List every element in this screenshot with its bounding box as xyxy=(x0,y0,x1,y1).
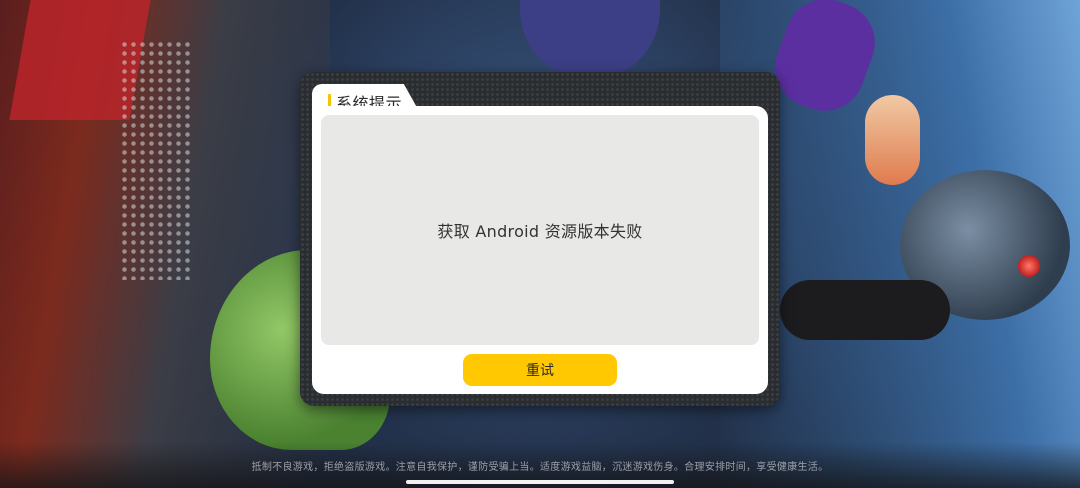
background-character-hair xyxy=(520,0,660,80)
home-indicator-bar[interactable] xyxy=(406,480,674,484)
message-panel: 获取 Android 资源版本失败 xyxy=(321,115,759,345)
background-gun xyxy=(780,280,950,340)
background-robot-eye xyxy=(1018,255,1040,277)
retry-button[interactable]: 重试 xyxy=(463,354,617,386)
background-sausage-character xyxy=(865,95,920,185)
health-gaming-notice: 抵制不良游戏，拒绝盗版游戏。注意自我保护，谨防受骗上当。适度游戏益脑，沉迷游戏伤… xyxy=(251,462,829,473)
error-message: 获取 Android 资源版本失败 xyxy=(437,222,643,241)
dialog-body: 获取 Android 资源版本失败 重试 xyxy=(312,106,768,394)
system-prompt-dialog: 系统提示 获取 Android 资源版本失败 重试 xyxy=(300,72,780,406)
background-dot-pattern xyxy=(120,40,190,280)
game-loading-screen: 系统提示 获取 Android 资源版本失败 重试 抵制不良游戏，拒绝盗版游戏。… xyxy=(0,0,1080,488)
